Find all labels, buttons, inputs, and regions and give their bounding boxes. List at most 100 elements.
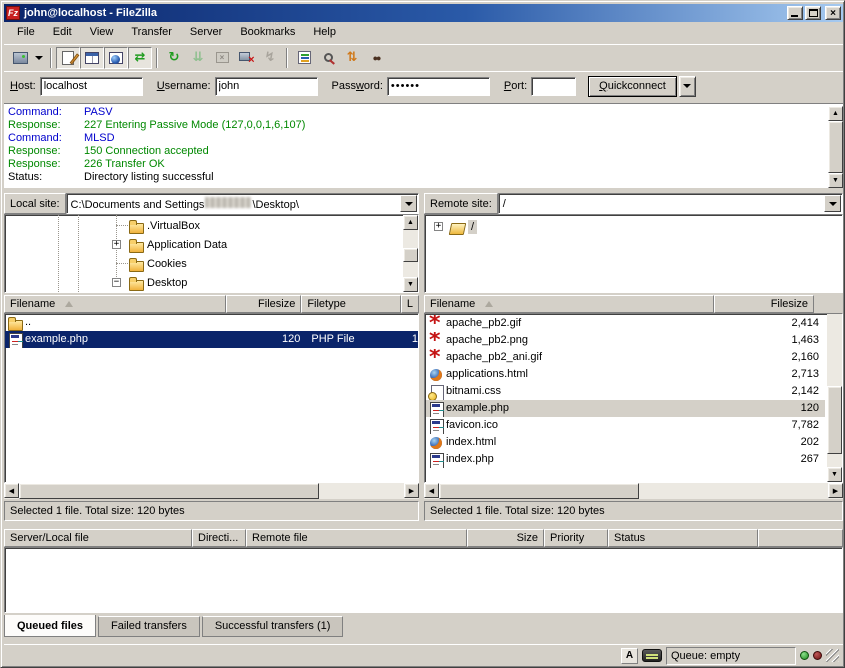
directory-filters-button[interactable]	[292, 47, 316, 69]
expand-plus-icon[interactable]: +	[112, 240, 121, 249]
menu-help[interactable]: Help	[304, 24, 345, 40]
scroll-right-icon[interactable]: ▶	[828, 483, 843, 498]
column-header-size[interactable]: Size	[467, 529, 544, 547]
cancel-button[interactable]: ×	[210, 47, 234, 69]
file-row[interactable]: apache_pb2.png1,463	[426, 332, 825, 349]
site-manager-button[interactable]	[8, 47, 32, 69]
column-header-remote-file[interactable]: Remote file	[246, 529, 467, 547]
tree-item-root[interactable]: + /	[425, 217, 842, 236]
app-icon[interactable]: Fz	[6, 6, 20, 20]
local-list-hscrollbar[interactable]: ◀ ▶	[4, 483, 419, 499]
file-row[interactable]: bitnami.css2,142	[426, 383, 825, 400]
remote-list-hscrollbar[interactable]: ◀ ▶	[424, 483, 843, 499]
file-row[interactable]: index.php267	[426, 451, 825, 468]
file-row[interactable]: favicon.ico7,782	[426, 417, 825, 434]
transfer-queue-list[interactable]	[4, 547, 843, 613]
menu-transfer[interactable]: Transfer	[122, 24, 181, 40]
log-scrollbar[interactable]: ▲ ▼	[828, 106, 843, 188]
scroll-down-icon[interactable]: ▼	[827, 467, 842, 482]
file-row[interactable]: applications.html2,713	[426, 366, 825, 383]
synchronized-browsing-button[interactable]: ⇅	[340, 47, 364, 69]
scroll-thumb[interactable]	[827, 386, 842, 454]
local-tree-scrollbar[interactable]: ▲ ▼	[403, 215, 418, 292]
file-row-selected[interactable]: example.php120	[426, 400, 825, 417]
reconnect-button[interactable]: ↯	[258, 47, 282, 69]
process-queue-button[interactable]: ⇊	[186, 47, 210, 69]
toggle-remote-tree-button[interactable]	[104, 47, 128, 69]
quickconnect-dropdown-button[interactable]	[679, 76, 696, 97]
directory-comparison-button[interactable]	[316, 47, 340, 69]
column-header-priority[interactable]: Priority	[544, 529, 608, 547]
tree-item-desktop[interactable]: − Desktop	[5, 273, 418, 292]
quickconnect-button[interactable]: Quickconnect	[588, 76, 677, 97]
tree-item-application-data[interactable]: + Application Data	[5, 235, 418, 254]
toggle-message-log-button[interactable]	[56, 47, 80, 69]
scroll-down-icon[interactable]: ▼	[403, 277, 418, 292]
tree-item-virtualbox[interactable]: .VirtualBox	[5, 216, 418, 235]
expand-plus-icon[interactable]: +	[434, 222, 443, 231]
scroll-right-icon[interactable]: ▶	[404, 483, 419, 498]
file-row[interactable]: index.html202	[426, 434, 825, 451]
data-type-indicator-icon[interactable]: A	[621, 648, 638, 664]
menu-edit[interactable]: Edit	[44, 24, 81, 40]
local-site-combo[interactable]: C:\Documents and Settings\Desktop\	[66, 193, 419, 214]
file-row[interactable]: apache_pb2.gif2,414	[426, 315, 825, 332]
tab-queued-files[interactable]: Queued files	[4, 615, 96, 637]
message-log[interactable]: Command:PASV Response:227 Entering Passi…	[4, 103, 843, 188]
column-header-filetype[interactable]: Filetype	[301, 295, 401, 313]
menu-bookmarks[interactable]: Bookmarks	[231, 24, 304, 40]
remote-site-combo[interactable]: /	[498, 193, 843, 214]
resize-grip[interactable]	[826, 649, 839, 662]
host-input[interactable]	[40, 77, 143, 96]
column-header-filename[interactable]: Filename	[424, 295, 714, 313]
column-header-server-local-file[interactable]: Server/Local file	[4, 529, 192, 547]
scroll-thumb[interactable]	[439, 483, 639, 499]
column-header-filesize[interactable]: Filesize	[714, 295, 814, 313]
site-manager-dropdown-button[interactable]	[32, 47, 46, 69]
remote-directory-tree[interactable]: + /	[424, 214, 843, 293]
speed-limits-icon[interactable]	[642, 649, 662, 662]
window-title: john@localhost - FileZilla	[24, 7, 787, 19]
scroll-up-icon[interactable]: ▲	[828, 106, 843, 121]
column-header-direction[interactable]: Directi...	[192, 529, 246, 547]
file-row-example-php[interactable]: example.php 120 PHP File 1	[5, 331, 418, 348]
column-header-filename[interactable]: Filename	[4, 295, 226, 313]
column-header-status[interactable]: Status	[608, 529, 758, 547]
scroll-left-icon[interactable]: ◀	[424, 483, 439, 498]
disconnect-button[interactable]: ×	[234, 47, 258, 69]
column-header-filesize[interactable]: Filesize	[226, 295, 301, 313]
menu-file[interactable]: File	[8, 24, 44, 40]
scroll-down-icon[interactable]: ▼	[828, 173, 843, 188]
local-directory-tree[interactable]: .VirtualBox + Application Data Cookies −…	[4, 214, 419, 293]
scroll-thumb[interactable]	[19, 483, 319, 499]
remote-file-list[interactable]: apache_pb2.gif2,414 apache_pb2.png1,463 …	[424, 313, 843, 483]
tab-failed-transfers[interactable]: Failed transfers	[98, 616, 200, 637]
toggle-queue-button[interactable]: ⇄	[128, 47, 152, 69]
file-row[interactable]: apache_pb2_ani.gif2,160	[426, 349, 825, 366]
tree-item-cookies[interactable]: Cookies	[5, 254, 418, 273]
remote-site-dropdown-button[interactable]	[824, 195, 841, 212]
close-button[interactable]: ×	[825, 6, 841, 20]
find-files-button[interactable]: ●●	[364, 47, 388, 69]
tab-successful-transfers[interactable]: Successful transfers (1)	[202, 616, 344, 637]
scroll-left-icon[interactable]: ◀	[4, 483, 19, 498]
password-input[interactable]	[387, 77, 490, 96]
local-site-dropdown-button[interactable]	[400, 195, 417, 212]
file-row-up[interactable]: ..	[5, 314, 418, 331]
collapse-minus-icon[interactable]: −	[112, 278, 121, 287]
scroll-thumb[interactable]	[828, 121, 843, 173]
menu-view[interactable]: View	[81, 24, 123, 40]
menu-server[interactable]: Server	[181, 24, 231, 40]
local-file-list[interactable]: .. example.php 120 PHP File 1	[4, 313, 419, 483]
port-input[interactable]	[531, 77, 576, 96]
title-bar[interactable]: Fz john@localhost - FileZilla ×	[4, 4, 843, 22]
maximize-button[interactable]	[805, 6, 821, 20]
minimize-button[interactable]	[787, 6, 803, 20]
toggle-local-tree-button[interactable]	[80, 47, 104, 69]
scroll-thumb[interactable]	[403, 248, 418, 262]
refresh-button[interactable]: ↻	[162, 47, 186, 69]
remote-list-scrollbar[interactable]: ▲ ▼	[827, 313, 842, 482]
column-header-lastmodified[interactable]: L	[401, 295, 419, 313]
scroll-up-icon[interactable]: ▲	[403, 215, 418, 230]
username-input[interactable]	[215, 77, 318, 96]
